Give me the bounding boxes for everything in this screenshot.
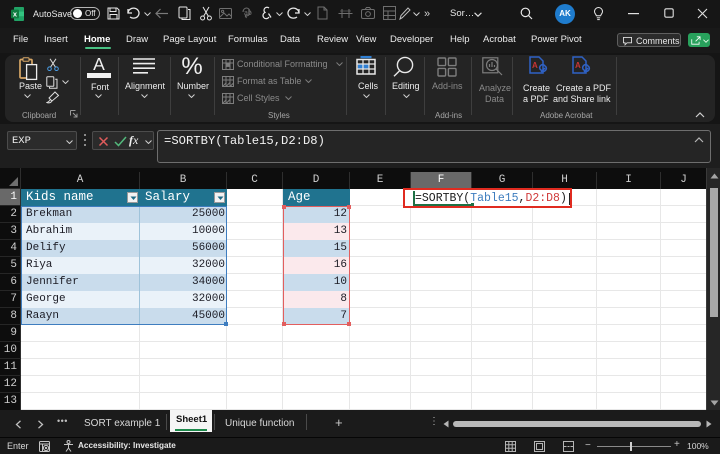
svg-text:ab: ab xyxy=(244,10,252,17)
svg-text:A: A xyxy=(575,61,581,70)
svg-text:A: A xyxy=(532,61,538,70)
